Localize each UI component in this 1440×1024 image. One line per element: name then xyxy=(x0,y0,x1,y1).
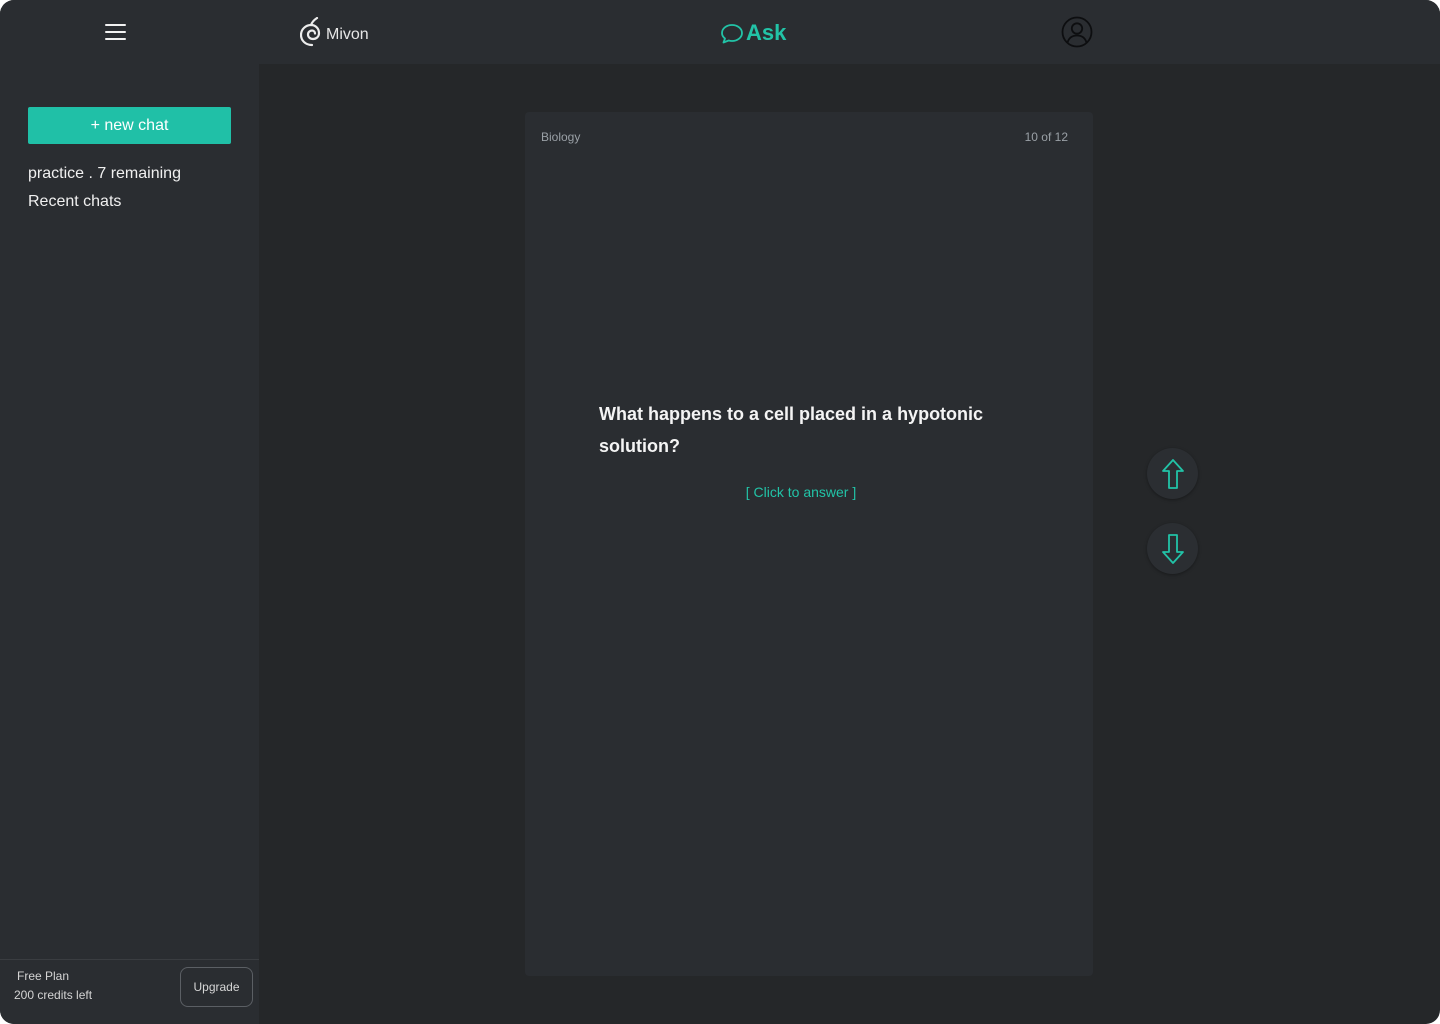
user-circle-icon xyxy=(1061,16,1093,48)
click-to-answer-link[interactable]: [ Click to answer ] xyxy=(525,484,1077,500)
card-subject: Biology xyxy=(541,130,581,144)
plan-name: Free Plan xyxy=(17,969,70,983)
next-card-button[interactable] xyxy=(1147,523,1198,574)
brand-logo[interactable]: Mivon xyxy=(300,17,369,47)
ask-label: Ask xyxy=(746,20,787,45)
brand-name: Mivon xyxy=(326,26,369,43)
spiral-logo-icon xyxy=(300,17,321,47)
ask-mode-title[interactable]: Ask xyxy=(720,20,786,46)
credits-remaining: 200 credits left xyxy=(14,988,93,1002)
sidebar: + new chat practice . 7 remaining Recent… xyxy=(0,64,259,1024)
chat-bubble-icon xyxy=(721,24,743,44)
upgrade-button[interactable]: Upgrade xyxy=(180,967,253,1007)
plan-panel: Free Plan 200 credits left Upgrade xyxy=(0,959,259,1024)
card-question: What happens to a cell placed in a hypot… xyxy=(599,404,984,456)
new-chat-button[interactable]: + new chat xyxy=(28,107,231,144)
practice-remaining-link[interactable]: practice . 7 remaining xyxy=(28,165,181,183)
arrow-down-icon xyxy=(1161,533,1184,564)
top-bar: Mivon Ask xyxy=(0,0,1440,64)
flashcard[interactable]: Biology 10 of 12 What happens to a cell … xyxy=(525,112,1093,976)
recent-chats-heading[interactable]: Recent chats xyxy=(28,193,121,211)
card-counter: 10 of 12 xyxy=(1024,130,1068,144)
app-window: Mivon Ask + new chat practice . 7 remain… xyxy=(0,0,1440,1024)
user-avatar-button[interactable] xyxy=(1061,16,1093,48)
hamburger-menu-icon[interactable] xyxy=(104,22,128,42)
arrow-up-icon xyxy=(1161,458,1184,489)
previous-card-button[interactable] xyxy=(1147,448,1198,499)
